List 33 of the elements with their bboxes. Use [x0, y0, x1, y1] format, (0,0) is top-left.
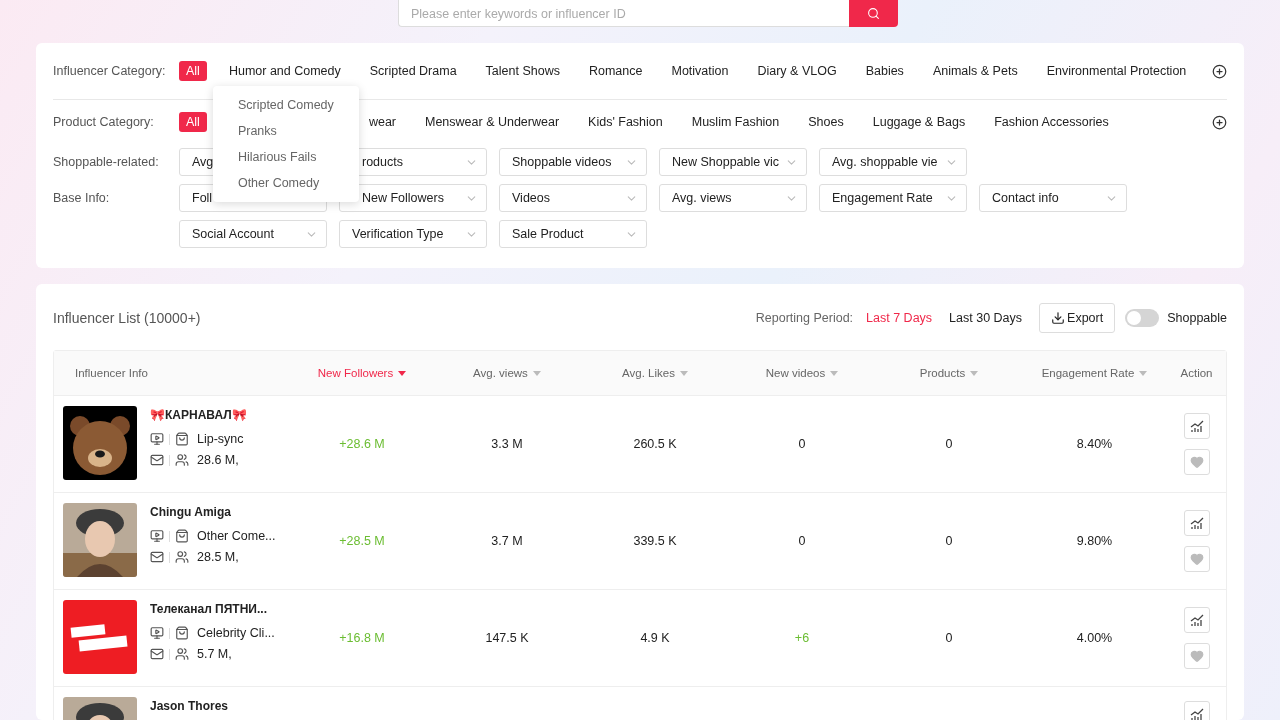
table-cell: 339.5 K	[633, 534, 677, 548]
list-title: Influencer List (10000+)	[53, 310, 201, 326]
filter-label: Base Info:	[53, 191, 111, 205]
filter-label: Influencer Category:	[53, 64, 167, 78]
table-cell: +6	[794, 631, 810, 645]
filter-label: Product Category:	[53, 115, 155, 129]
table-cell: 0	[945, 631, 953, 645]
column-header: Action	[1180, 367, 1213, 379]
table-cell: 4.00%	[1076, 631, 1113, 645]
table-cell: 8.40%	[1076, 437, 1113, 451]
table-cell: 3.7 M	[491, 534, 523, 548]
column-header: Influencer Info	[75, 367, 148, 379]
table-cell: 4.9 K	[640, 631, 670, 645]
table-cell: 0	[945, 534, 953, 548]
toggle-label: Shoppable	[1167, 311, 1227, 325]
filter-label: Shoppable-related:	[53, 155, 160, 169]
table-cell: 9.80%	[1076, 534, 1113, 548]
table-cell: 0	[798, 534, 806, 548]
table-cell: 260.5 K	[633, 437, 677, 451]
table-cell: 147.5 K	[485, 631, 529, 645]
table-cell: +16.8 M	[339, 631, 385, 645]
table-cell: 0	[945, 437, 953, 451]
table-cell: +28.6 M	[339, 437, 385, 451]
followers-text: 5.7 M,	[197, 647, 232, 661]
category-text: Lip-sync	[197, 432, 244, 446]
table-cell: +28.5 M	[339, 534, 385, 548]
category-text: Celebrity Cli...	[197, 626, 275, 640]
followers-text: 28.6 M,	[197, 453, 239, 467]
period-label: Reporting Period:	[755, 311, 854, 325]
category-text: Other Come...	[197, 529, 276, 543]
table-cell: 3.3 M	[491, 437, 523, 451]
followers-text: 28.5 M,	[197, 550, 239, 564]
table-cell: 0	[798, 437, 806, 451]
